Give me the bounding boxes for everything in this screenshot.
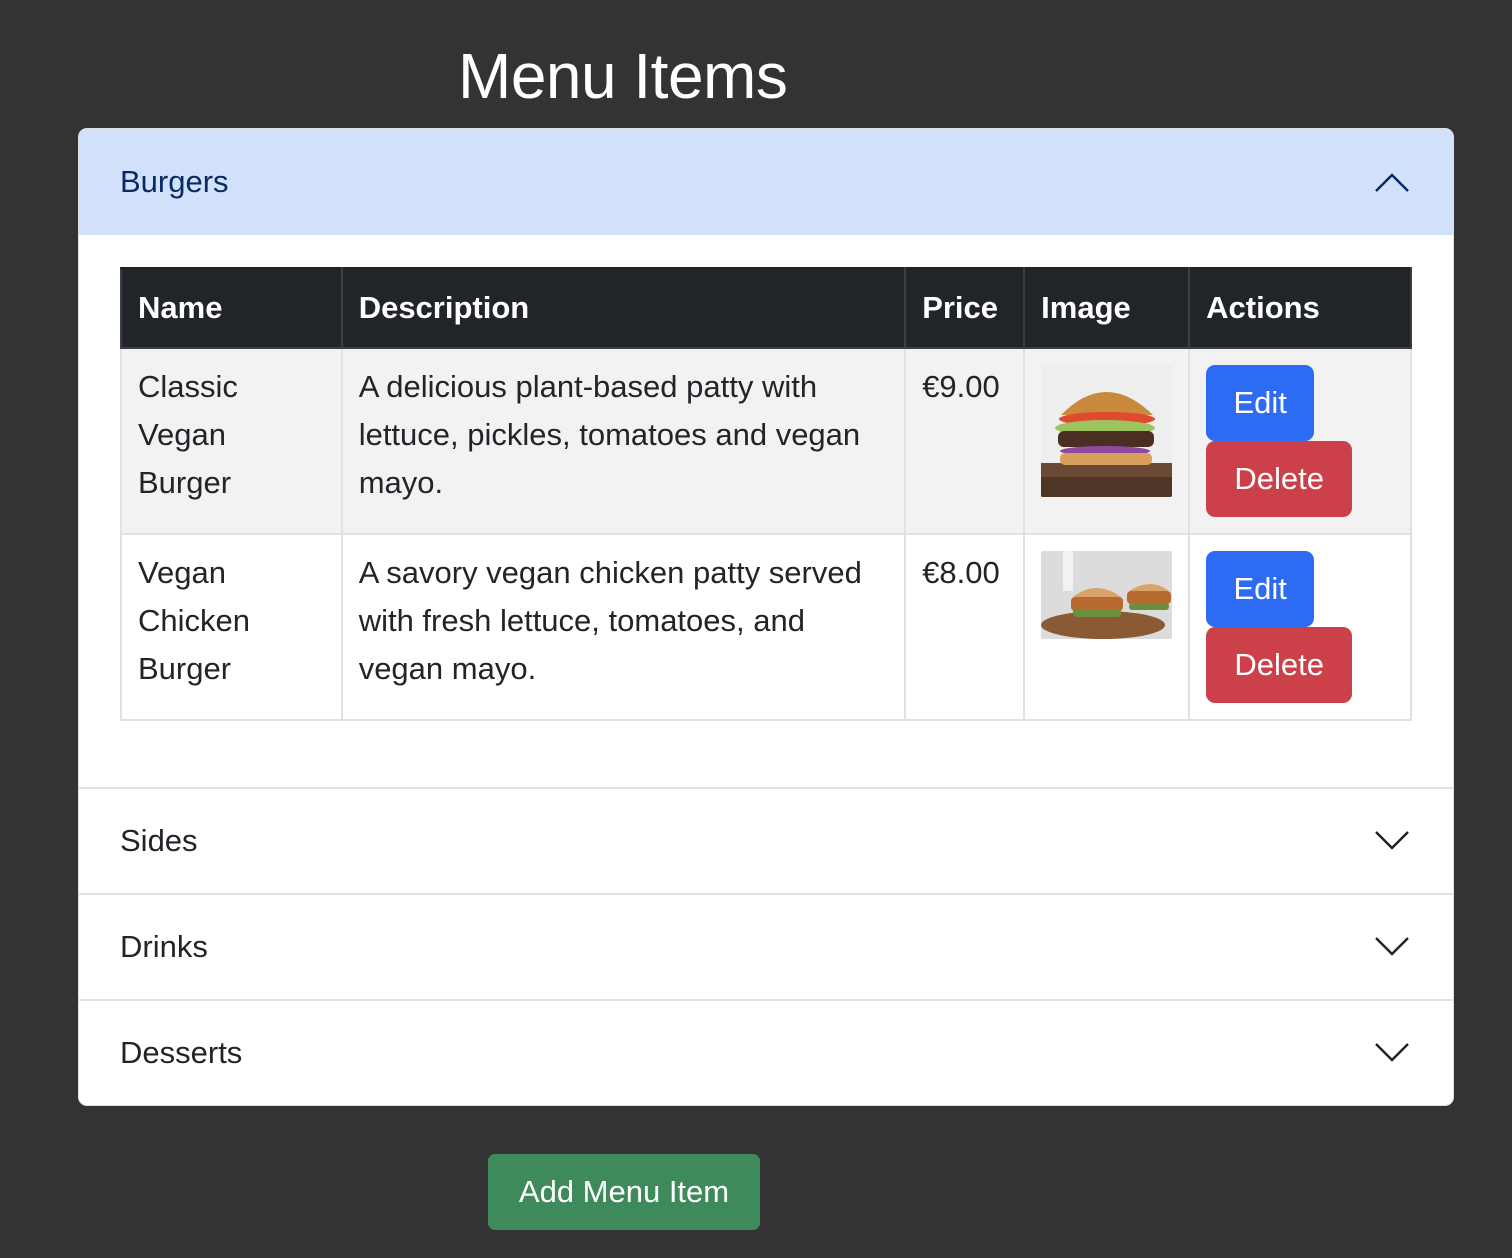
add-menu-item-button[interactable]: Add Menu Item <box>488 1154 760 1230</box>
item-actions: Edit Delete <box>1188 347 1412 535</box>
item-price: €9.00 <box>904 347 1026 535</box>
delete-button[interactable]: Delete <box>1206 627 1353 703</box>
item-actions: Edit Delete <box>1188 533 1412 721</box>
column-header-description: Description <box>340 267 907 349</box>
item-name: Classic Vegan Burger <box>120 347 343 535</box>
accordion-label: Burgers <box>120 164 229 199</box>
accordion-label: Sides <box>120 823 198 858</box>
page-title: Menu Items <box>458 40 788 112</box>
item-image-cell <box>1023 347 1191 535</box>
item-description: A savory vegan chicken patty served with… <box>340 533 907 721</box>
burger-photo <box>1041 365 1173 497</box>
chevron-up-icon <box>1375 173 1409 192</box>
chevron-down-icon <box>1375 1043 1409 1062</box>
chevron-down-icon <box>1375 937 1409 956</box>
column-header-actions: Actions <box>1188 267 1412 349</box>
column-header-price: Price <box>904 267 1026 349</box>
item-name: Vegan Chicken Burger <box>120 533 343 721</box>
delete-button[interactable]: Delete <box>1206 441 1353 517</box>
table-row: Vegan Chicken Burger A savory vegan chic… <box>120 533 1412 721</box>
accordion-header-sides[interactable]: Sides <box>79 787 1453 893</box>
accordion-label: Drinks <box>120 929 208 964</box>
accordion-header-drinks[interactable]: Drinks <box>79 893 1453 999</box>
accordion-header-burgers[interactable]: Burgers <box>79 129 1453 235</box>
table-header-row: Name Description Price Image Actions <box>120 267 1412 349</box>
edit-button[interactable]: Edit <box>1206 551 1315 627</box>
menu-table: Name Description Price Image Actions Cla… <box>120 267 1412 721</box>
accordion-header-desserts[interactable]: Desserts <box>79 999 1453 1105</box>
page: Menu Items Burgers Name Description Pric… <box>0 0 1512 1258</box>
accordion-body-burgers: Name Description Price Image Actions Cla… <box>79 235 1453 787</box>
table-row: Classic Vegan Burger A delicious plant-b… <box>120 347 1412 535</box>
column-header-name: Name <box>120 267 343 349</box>
item-image-cell <box>1023 533 1191 721</box>
column-header-image: Image <box>1023 267 1191 349</box>
chicken-burger-photo <box>1041 551 1173 639</box>
accordion-label: Desserts <box>120 1035 243 1070</box>
menu-accordion: Burgers Name Description Price Image Act… <box>78 128 1454 1106</box>
edit-button[interactable]: Edit <box>1206 365 1315 441</box>
chevron-down-icon <box>1375 831 1409 850</box>
item-description: A delicious plant-based patty with lettu… <box>340 347 907 535</box>
item-price: €8.00 <box>904 533 1026 721</box>
